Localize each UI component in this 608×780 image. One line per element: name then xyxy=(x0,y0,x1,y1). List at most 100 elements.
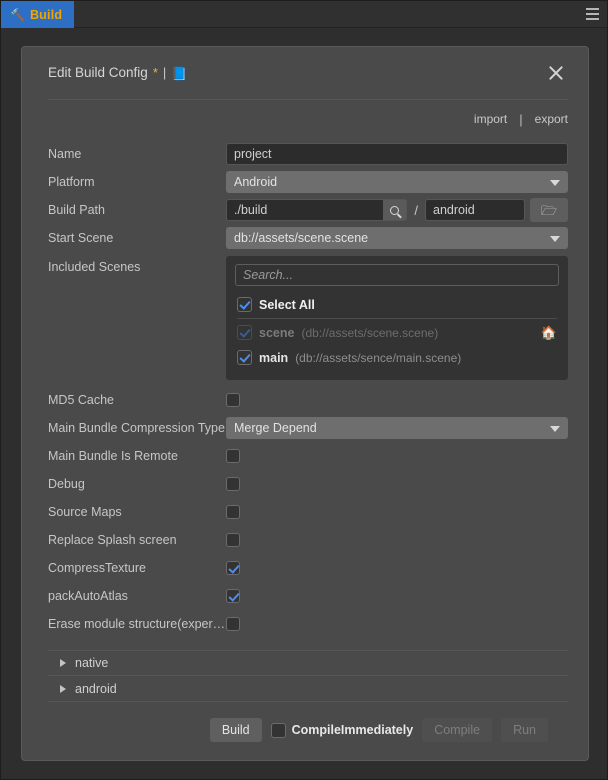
triangle-right-icon xyxy=(60,659,66,667)
control-compression-type: Merge Depend xyxy=(226,417,568,439)
import-export-row: import | export xyxy=(22,102,588,136)
foldout-native-label: native xyxy=(75,656,109,670)
debug-checkbox[interactable] xyxy=(226,477,240,491)
select-all-checkbox[interactable] xyxy=(237,297,252,312)
erase-module-checkbox[interactable] xyxy=(226,617,240,631)
row-platform: Platform Android xyxy=(48,168,568,196)
foldout-android-label: android xyxy=(75,681,117,696)
label-start-scene: Start Scene xyxy=(48,231,114,245)
replace-splash-checkbox[interactable] xyxy=(226,533,240,547)
book-icon[interactable]: 📘 xyxy=(171,66,187,82)
run-button[interactable]: Run xyxy=(501,718,548,742)
row-replace-splash: Replace Splash screen xyxy=(48,526,568,554)
build-path-input-wrap xyxy=(226,199,408,221)
control-debug xyxy=(226,477,568,491)
row-pack-auto-atlas: packAutoAtlas xyxy=(48,582,568,610)
row-md5-cache: MD5 Cache xyxy=(48,386,568,414)
platform-select[interactable]: Android xyxy=(226,171,568,193)
control-source-maps xyxy=(226,505,568,519)
dirty-marker: * xyxy=(152,65,158,80)
control-compress-texture xyxy=(226,561,568,575)
select-all-label: Select All xyxy=(259,297,315,312)
platform-selected-value: Android xyxy=(234,175,278,189)
compress-texture-checkbox[interactable] xyxy=(226,561,240,575)
scene-list-item[interactable]: main (db://assets/sence/main.scene) xyxy=(235,345,559,370)
build-path-input[interactable] xyxy=(226,199,384,221)
dialog-header: Edit Build Config * | 📘 xyxy=(22,47,588,99)
foldout-group: native android xyxy=(48,650,568,702)
label-platform: Platform xyxy=(48,175,95,189)
scene-name: main xyxy=(259,350,289,365)
build-panel-window: 🔨 Build Edit Build Config * | 📘 import |… xyxy=(0,0,608,780)
label-included-scenes: Included Scenes xyxy=(48,260,141,274)
foldout-native[interactable]: native xyxy=(48,650,568,676)
row-name: Name xyxy=(48,140,568,168)
build-path-group: / 🗁 xyxy=(226,198,568,222)
control-start-scene: db://assets/scene.scene xyxy=(226,227,568,249)
compile-immediately-group[interactable]: CompileImmediately xyxy=(270,722,414,738)
label-erase-module: Erase module structure(exper… xyxy=(48,617,226,631)
scene-checkbox[interactable] xyxy=(237,350,252,365)
path-slash: / xyxy=(414,202,418,218)
select-all-row[interactable]: Select All xyxy=(235,292,559,317)
control-pack-auto-atlas xyxy=(226,589,568,603)
name-input[interactable] xyxy=(226,143,568,165)
build-subpath-input[interactable] xyxy=(425,199,525,221)
title-separator: | xyxy=(162,65,167,80)
export-button[interactable]: export xyxy=(535,112,568,126)
compression-type-selected-value: Merge Depend xyxy=(234,421,317,435)
hammer-wrench-icon: 🔨 xyxy=(10,7,25,22)
control-build-path: / 🗁 xyxy=(226,198,568,222)
home-icon[interactable]: 🏠 xyxy=(541,326,557,339)
close-icon[interactable] xyxy=(544,61,568,85)
foldout-android[interactable]: android xyxy=(48,676,568,702)
row-debug: Debug xyxy=(48,470,568,498)
row-source-maps: Source Maps xyxy=(48,498,568,526)
row-start-scene: Start Scene db://assets/scene.scene xyxy=(48,224,568,252)
build-config-form: Name Platform Android Build Path xyxy=(22,136,588,742)
compile-immediately-label: CompileImmediately xyxy=(291,723,414,737)
source-maps-checkbox[interactable] xyxy=(226,505,240,519)
compression-type-select[interactable]: Merge Depend xyxy=(226,417,568,439)
scene-path: (db://assets/scene.scene) xyxy=(301,325,439,340)
io-separator: | xyxy=(519,111,523,127)
start-scene-select[interactable]: db://assets/scene.scene xyxy=(226,227,568,249)
tab-bar-spacer xyxy=(74,1,577,27)
magnifier-icon[interactable] xyxy=(383,199,408,221)
label-replace-splash: Replace Splash screen xyxy=(48,533,177,547)
tab-build[interactable]: 🔨 Build xyxy=(1,1,75,28)
chevron-down-icon xyxy=(550,180,560,186)
start-scene-selected-value: db://assets/scene.scene xyxy=(234,231,369,245)
edit-build-config-dialog: Edit Build Config * | 📘 import | export … xyxy=(21,46,589,761)
md5-cache-checkbox[interactable] xyxy=(226,393,240,407)
bundle-remote-checkbox[interactable] xyxy=(226,449,240,463)
label-name: Name xyxy=(48,147,82,161)
control-platform: Android xyxy=(226,171,568,193)
row-compress-texture: CompressTexture xyxy=(48,554,568,582)
row-included-scenes: Included Scenes Select All scene (db://a xyxy=(48,256,568,380)
folder-open-icon[interactable]: 🗁 xyxy=(530,198,568,222)
control-replace-splash xyxy=(226,533,568,547)
chevron-down-icon xyxy=(550,426,560,432)
label-debug: Debug xyxy=(48,477,85,491)
import-button[interactable]: import xyxy=(474,112,507,126)
pack-auto-atlas-checkbox[interactable] xyxy=(226,589,240,603)
label-compression-type: Main Bundle Compression Type xyxy=(48,421,225,435)
compile-immediately-checkbox[interactable] xyxy=(270,722,286,738)
hamburger-menu-icon[interactable] xyxy=(577,1,607,27)
scenes-divider xyxy=(237,318,557,319)
scene-list-item: scene (db://assets/scene.scene) 🏠 xyxy=(235,320,559,345)
included-scenes-panel: Select All scene (db://assets/scene.scen… xyxy=(226,256,568,380)
row-bundle-remote: Main Bundle Is Remote xyxy=(48,442,568,470)
chevron-down-icon xyxy=(550,236,560,242)
control-erase-module xyxy=(226,617,568,631)
scene-search-input[interactable] xyxy=(235,264,559,286)
control-name xyxy=(226,143,568,165)
dialog-title: Edit Build Config * | 📘 xyxy=(48,65,187,81)
build-button[interactable]: Build xyxy=(209,718,262,742)
scene-name: scene xyxy=(259,325,295,340)
label-md5-cache: MD5 Cache xyxy=(48,393,114,407)
tab-bar: 🔨 Build xyxy=(1,1,607,28)
scene-path: (db://assets/sence/main.scene) xyxy=(295,350,462,365)
compile-button[interactable]: Compile xyxy=(422,718,493,742)
